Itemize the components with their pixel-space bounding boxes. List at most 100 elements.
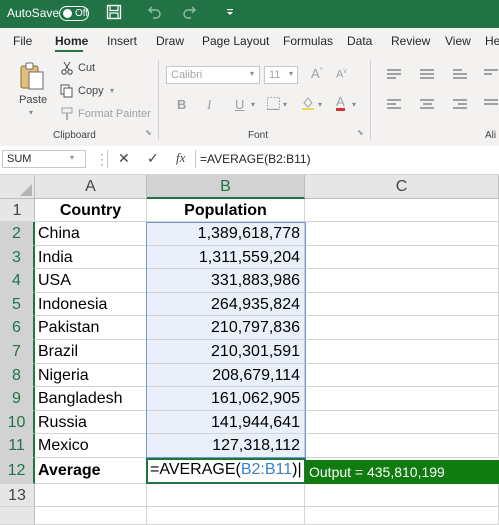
copy-button[interactable]: Copy <box>78 85 104 97</box>
tab-draw[interactable]: Draw <box>156 34 184 48</box>
insert-function-button[interactable]: fx <box>176 150 185 166</box>
cell-a5[interactable]: Indonesia <box>35 293 147 316</box>
row-header-11[interactable]: 11 <box>0 434 35 458</box>
cell-c14[interactable] <box>305 507 499 525</box>
format-painter-button[interactable]: Format Painter <box>78 108 151 120</box>
undo-icon[interactable] <box>146 4 162 24</box>
row-header-12[interactable]: 12 <box>0 458 35 484</box>
underline-dropdown-icon[interactable]: ▾ <box>251 100 255 109</box>
tab-data[interactable]: Data <box>347 34 372 48</box>
row-header-1[interactable]: 1 <box>0 199 35 222</box>
autosave-toggle[interactable]: Off <box>59 6 89 21</box>
align-right-icon[interactable] <box>453 99 467 111</box>
font-color-button[interactable]: A <box>336 95 345 111</box>
cell-b7[interactable]: 210,301,591 <box>147 340 305 364</box>
paste-icon[interactable] <box>19 62 45 95</box>
row-header-6[interactable]: 6 <box>0 316 35 340</box>
fill-color-icon[interactable] <box>301 96 315 115</box>
cell-c1[interactable] <box>305 199 499 222</box>
cell-c4[interactable] <box>305 269 499 293</box>
cell-c10[interactable] <box>305 411 499 434</box>
font-name-dropdown-icon[interactable]: ▾ <box>250 69 254 78</box>
tab-help[interactable]: He <box>485 34 499 48</box>
cut-button[interactable]: Cut <box>78 62 95 74</box>
cell-c13[interactable] <box>305 484 499 507</box>
row-header-7[interactable]: 7 <box>0 340 35 364</box>
cell-b6[interactable]: 210,797,836 <box>147 316 305 340</box>
customize-qat-icon[interactable] <box>225 4 235 24</box>
borders-dropdown-icon[interactable]: ▾ <box>283 100 287 109</box>
cell-c11[interactable] <box>305 434 499 458</box>
row-header-5[interactable]: 5 <box>0 293 35 316</box>
cell-b9[interactable]: 161,062,905 <box>147 387 305 411</box>
tab-home[interactable]: Home <box>55 34 88 48</box>
fill-color-dropdown-icon[interactable]: ▾ <box>318 100 322 109</box>
format-painter-icon[interactable] <box>60 107 74 126</box>
underline-button[interactable]: U <box>235 97 244 112</box>
cell-b2[interactable]: 1,389,618,778 <box>147 222 305 246</box>
tab-formulas[interactable]: Formulas <box>283 34 333 48</box>
tab-insert[interactable]: Insert <box>107 34 137 48</box>
cell-c9[interactable] <box>305 387 499 411</box>
cell-a10[interactable]: Russia <box>35 411 147 434</box>
cell-a7[interactable]: Brazil <box>35 340 147 364</box>
select-all-corner[interactable] <box>0 175 35 199</box>
redo-icon[interactable] <box>182 4 198 24</box>
tab-page-layout[interactable]: Page Layout <box>202 34 269 48</box>
cell-a4[interactable]: USA <box>35 269 147 293</box>
cell-a3[interactable]: India <box>35 246 147 269</box>
row-header-13[interactable]: 13 <box>0 484 35 507</box>
cut-icon[interactable] <box>60 61 74 80</box>
row-header-2[interactable]: 2 <box>0 222 35 246</box>
cell-a1[interactable]: Country <box>35 199 147 222</box>
column-header-b[interactable]: B <box>147 175 305 199</box>
align-center-icon[interactable] <box>420 99 434 111</box>
font-size-dropdown-icon[interactable]: ▾ <box>289 69 293 78</box>
cell-c3[interactable] <box>305 246 499 269</box>
column-header-a[interactable]: A <box>35 175 147 199</box>
tab-view[interactable]: View <box>445 34 471 48</box>
cell-b8[interactable]: 208,679,114 <box>147 364 305 387</box>
align-top-icon[interactable] <box>387 69 401 81</box>
copy-icon[interactable] <box>60 84 74 103</box>
row-header-14[interactable] <box>0 507 35 525</box>
copy-dropdown-icon[interactable]: ▾ <box>110 86 114 95</box>
cell-b10[interactable]: 141,944,641 <box>147 411 305 434</box>
italic-button[interactable]: I <box>207 97 211 113</box>
row-header-3[interactable]: 3 <box>0 246 35 269</box>
align-bottom-icon[interactable] <box>453 69 467 81</box>
cell-c7[interactable] <box>305 340 499 364</box>
shrink-font-button[interactable]: Av <box>336 68 347 81</box>
column-header-c[interactable]: C <box>305 175 499 199</box>
align-middle-icon[interactable] <box>420 69 434 81</box>
row-header-4[interactable]: 4 <box>0 269 35 293</box>
cell-a8[interactable]: Nigeria <box>35 364 147 387</box>
save-icon[interactable] <box>106 4 122 24</box>
cell-b1[interactable]: Population <box>147 199 305 222</box>
paste-button[interactable]: Paste <box>19 94 47 106</box>
cancel-formula-button[interactable]: ✕ <box>118 150 130 167</box>
cell-b12-editing[interactable]: =AVERAGE(B2:B11)| <box>146 458 306 484</box>
clipboard-launcher-icon[interactable]: ⬊ <box>145 128 152 137</box>
font-launcher-icon[interactable]: ⬊ <box>357 128 364 137</box>
cell-c6[interactable] <box>305 316 499 340</box>
cell-c8[interactable] <box>305 364 499 387</box>
cell-b13[interactable] <box>147 484 305 507</box>
cell-a9[interactable]: Bangladesh <box>35 387 147 411</box>
tab-review[interactable]: Review <box>391 34 430 48</box>
formula-input[interactable]: =AVERAGE(B2:B11) <box>200 150 311 168</box>
row-header-9[interactable]: 9 <box>0 387 35 411</box>
row-header-10[interactable]: 10 <box>0 411 35 434</box>
name-box-dropdown-icon[interactable]: ▾ <box>70 153 74 162</box>
borders-icon[interactable] <box>267 97 280 115</box>
cell-a6[interactable]: Pakistan <box>35 316 147 340</box>
grow-font-button[interactable]: A^ <box>311 66 323 81</box>
wrap-text-icon[interactable] <box>484 69 498 81</box>
cell-c5[interactable] <box>305 293 499 316</box>
tab-file[interactable]: File <box>13 34 32 48</box>
indent-icon[interactable] <box>484 99 498 111</box>
cell-b5[interactable]: 264,935,824 <box>147 293 305 316</box>
enter-formula-button[interactable]: ✓ <box>147 150 159 167</box>
cell-a13[interactable] <box>35 484 147 507</box>
cell-b14[interactable] <box>147 507 305 525</box>
